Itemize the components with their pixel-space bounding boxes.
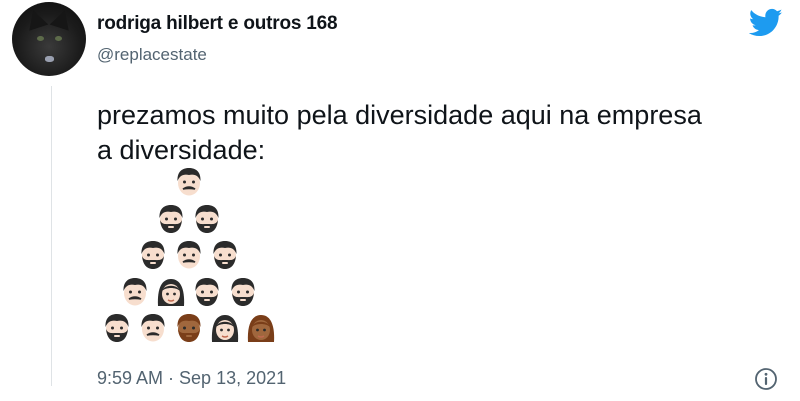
tweet-timestamp[interactable]: 9:59 AM · Sep 13, 2021 (97, 368, 286, 389)
man-beard-emoji (210, 239, 240, 271)
man-beard-emoji (102, 312, 132, 344)
info-icon[interactable] (754, 367, 778, 391)
tweet-text: prezamos muito pela diversidade aqui na … (97, 98, 702, 168)
cat-eye-left (37, 36, 44, 41)
tweet-text-line-1: prezamos muito pela diversidade aqui na … (97, 100, 702, 130)
man-beard-emoji (156, 203, 186, 235)
twitter-bird-icon[interactable] (749, 8, 783, 38)
woman-dark-emoji (246, 312, 276, 344)
man-mustache-emoji (120, 276, 150, 308)
woman-emoji (210, 312, 240, 344)
display-name[interactable]: rodriga hilbert e outros 168 (97, 13, 338, 35)
cat-ear-left (23, 7, 49, 31)
man-beard-emoji (192, 276, 222, 308)
man-mustache-emoji (174, 166, 204, 198)
cat-nose (45, 56, 54, 62)
man-mustache-emoji (174, 239, 204, 271)
thread-line (51, 86, 52, 386)
man-beard-emoji (228, 276, 258, 308)
tweet-text-line-2: a diversidade: (97, 135, 266, 165)
man-beard-emoji (138, 239, 168, 271)
cat-eye-right (55, 36, 62, 41)
man-dark-emoji (174, 312, 204, 344)
user-handle[interactable]: @replacestate (97, 45, 207, 65)
man-beard-emoji (192, 203, 222, 235)
woman-emoji (156, 276, 186, 308)
man-mustache-emoji (138, 312, 168, 344)
avatar[interactable] (12, 2, 86, 76)
cat-ear-right (49, 7, 75, 31)
